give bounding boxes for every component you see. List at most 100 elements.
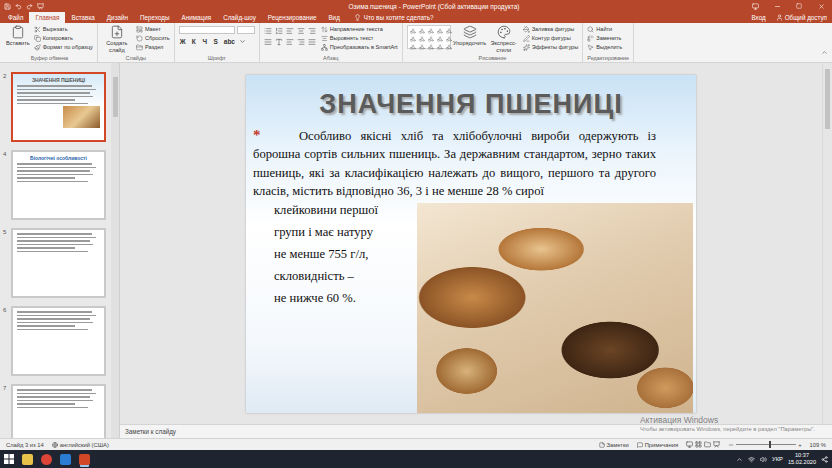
ribbon-small-button[interactable]: Контур фигуры xyxy=(523,35,579,42)
ribbon-tab[interactable]: Дизайн xyxy=(101,12,134,23)
ribbon-small-button[interactable]: Преобразовать в SmartArt xyxy=(321,44,398,51)
thumbnail-scrollbar[interactable] xyxy=(111,63,119,438)
reading-view-icon[interactable] xyxy=(704,441,711,448)
share-button[interactable]: Общий доступ xyxy=(771,12,832,23)
slide-scrollbar[interactable] xyxy=(822,63,832,424)
shape-cell[interactable] xyxy=(445,35,453,42)
tell-me-search[interactable]: Что вы хотите сделать? xyxy=(346,12,442,23)
network-icon[interactable] xyxy=(748,456,755,463)
shape-cell[interactable] xyxy=(409,35,417,42)
notifications-icon[interactable] xyxy=(821,456,828,463)
slide-title[interactable]: ЗНАЧЕННЯ ПШЕНИЦІ xyxy=(246,75,696,121)
scrollbar-thumb[interactable] xyxy=(113,77,118,117)
shape-cell[interactable] xyxy=(427,35,435,42)
paragraph-format-icon[interactable] xyxy=(286,27,294,35)
font-name-field[interactable] xyxy=(179,26,235,34)
thumbnail-row[interactable]: 2ЗНАЧЕННЯ ПШЕНИЦІ xyxy=(3,72,111,142)
ribbon-large-button[interactable]: Экспресс-стили xyxy=(489,25,519,53)
sign-in-button[interactable]: Вход xyxy=(746,12,770,23)
shape-cell[interactable] xyxy=(436,43,444,50)
slide-paragraph[interactable]: *Особливо якісні хліб та хлібобулочні ви… xyxy=(246,121,696,201)
minimize-button[interactable] xyxy=(766,0,788,12)
shape-cell[interactable] xyxy=(409,43,417,50)
ribbon-small-button[interactable]: Вырезать xyxy=(34,26,93,33)
maximize-button[interactable] xyxy=(788,0,810,12)
scrollbar-thumb[interactable] xyxy=(825,69,830,129)
ribbon-tab[interactable]: Вставка xyxy=(65,12,100,23)
ribbon-small-button[interactable]: Выделить xyxy=(587,44,622,51)
ribbon-tab[interactable]: Слайд-шоу xyxy=(217,12,262,23)
zoom-level[interactable]: 109 % xyxy=(810,442,826,448)
font-style-button[interactable]: S xyxy=(212,37,220,46)
slide-thumbnail[interactable] xyxy=(11,384,106,438)
ribbon-large-button[interactable]: Создать слайд xyxy=(102,25,132,53)
ribbon-small-button[interactable]: Эффекты фигуры xyxy=(523,44,579,51)
ribbon-small-button[interactable]: Направление текста xyxy=(321,26,398,33)
slideshow-icon[interactable] xyxy=(37,3,44,10)
notes-pane[interactable]: Заметки к слайду xyxy=(120,424,832,438)
ribbon-small-button[interactable]: Заменить xyxy=(587,35,622,42)
ribbon-small-button[interactable]: Сбросить xyxy=(136,35,170,42)
font-style-button[interactable]: Ж xyxy=(179,37,187,46)
windows-start-icon[interactable] xyxy=(4,454,14,464)
slideshow-view-icon[interactable] xyxy=(713,441,720,448)
shape-cell[interactable] xyxy=(436,27,444,34)
paragraph-format-icon[interactable] xyxy=(297,27,305,35)
paragraph-format-icon[interactable] xyxy=(275,38,283,46)
font-style-button[interactable]: К xyxy=(190,37,198,46)
ribbon-tab[interactable]: Вид xyxy=(322,12,345,23)
ribbon-small-button[interactable]: Макет xyxy=(136,26,170,33)
language-indicator[interactable]: английский (США) xyxy=(52,442,109,448)
zoom-knob[interactable] xyxy=(769,441,771,448)
thumbnail-row[interactable]: 5 xyxy=(3,228,111,298)
keyboard-language[interactable]: УКР xyxy=(772,456,783,462)
ribbon-small-button[interactable]: Раздел xyxy=(136,44,170,51)
ribbon-tab[interactable]: Файл xyxy=(2,12,29,23)
paragraph-format-icon[interactable] xyxy=(275,27,283,35)
ribbon-options-button[interactable] xyxy=(744,0,766,12)
ribbon-small-button[interactable]: Выровнять текст xyxy=(321,35,398,42)
thumbnail-row[interactable]: 7 xyxy=(3,384,111,438)
paragraph-format-icon[interactable] xyxy=(286,38,294,46)
undo-icon[interactable] xyxy=(15,3,22,10)
ribbon-small-button[interactable]: Найти xyxy=(587,26,622,33)
shape-cell[interactable] xyxy=(445,43,453,50)
thumbnail-row[interactable]: 6 xyxy=(3,306,111,376)
redo-icon[interactable] xyxy=(26,3,33,10)
comments-toggle[interactable]: Примечания xyxy=(637,442,678,448)
collapse-ribbon-button[interactable] xyxy=(821,42,832,62)
font-style-button[interactable]: abc xyxy=(223,37,236,46)
zoom-out-icon[interactable] xyxy=(728,442,734,448)
shape-cell[interactable] xyxy=(418,27,426,34)
shape-cell[interactable] xyxy=(409,27,417,34)
word-icon[interactable] xyxy=(60,454,71,465)
save-icon[interactable] xyxy=(4,3,11,10)
explorer-icon[interactable] xyxy=(22,454,33,465)
zoom-slider[interactable] xyxy=(736,444,796,445)
font-size-field[interactable] xyxy=(237,26,255,34)
shape-cell[interactable] xyxy=(436,35,444,42)
shape-cell[interactable] xyxy=(427,27,435,34)
more-icon[interactable] xyxy=(239,38,246,45)
clock[interactable]: 10:3715.02.2020 xyxy=(788,452,816,466)
slide[interactable]: ЗНАЧЕННЯ ПШЕНИЦІ*Особливо якісні хліб та… xyxy=(246,75,696,413)
ribbon-tab[interactable]: Главная xyxy=(29,12,65,23)
chrome-icon[interactable] xyxy=(41,454,52,465)
normal-view-icon[interactable] xyxy=(686,441,693,448)
paragraph-format-icon[interactable] xyxy=(308,38,316,46)
close-button[interactable] xyxy=(810,0,832,12)
shape-cell[interactable] xyxy=(418,35,426,42)
ribbon-small-button[interactable]: Заливка фигуры xyxy=(523,26,579,33)
powerpoint-icon[interactable] xyxy=(79,454,90,465)
ribbon-tab[interactable]: Переходы xyxy=(134,12,176,23)
paragraph-format-icon[interactable] xyxy=(308,27,316,35)
paragraph-format-icon[interactable] xyxy=(264,27,272,35)
shape-cell[interactable] xyxy=(427,43,435,50)
slide-thumbnail[interactable] xyxy=(11,306,106,376)
paragraph-format-icon[interactable] xyxy=(297,38,305,46)
tray-expand-icon[interactable] xyxy=(736,456,743,463)
sorter-view-icon[interactable] xyxy=(695,441,702,448)
slide-thumbnail[interactable]: ЗНАЧЕННЯ ПШЕНИЦІ xyxy=(11,72,106,142)
shape-cell[interactable] xyxy=(418,43,426,50)
volume-icon[interactable] xyxy=(760,456,767,463)
